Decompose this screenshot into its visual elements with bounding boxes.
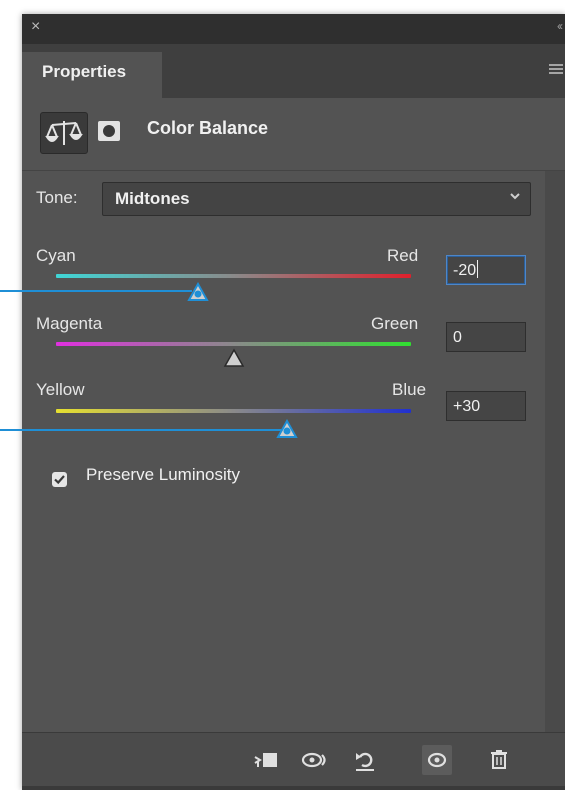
tone-label: Tone: xyxy=(36,188,78,207)
preserve-luminosity-checkbox[interactable] xyxy=(52,472,67,487)
properties-panel: × ‹‹ Properties Color Balance Tone: Midt… xyxy=(22,14,565,790)
collapse-icon[interactable]: ‹‹ xyxy=(557,18,563,34)
annotation-line xyxy=(0,429,281,431)
slider-cyan-label: Cyan xyxy=(36,246,76,265)
cyan-red-value: -20 xyxy=(453,262,477,279)
footer-toolbar xyxy=(22,732,565,787)
cyan-red-slider-thumb[interactable] xyxy=(187,282,209,302)
checkmark-icon xyxy=(54,475,65,485)
preserve-luminosity-label[interactable]: Preserve Luminosity xyxy=(86,465,240,485)
annotation-line xyxy=(0,290,192,292)
cyan-red-value-input[interactable]: -20 xyxy=(446,255,526,285)
magenta-green-slider-track[interactable] xyxy=(56,342,411,346)
scrollbar[interactable] xyxy=(545,171,565,732)
trash-icon[interactable] xyxy=(484,745,514,775)
slider-blue-label: Blue xyxy=(392,380,427,399)
adjustment-title: Color Balance xyxy=(147,118,269,138)
slider-magenta-label: Magenta xyxy=(36,314,103,333)
resize-grip[interactable] xyxy=(22,786,565,790)
tab-properties[interactable]: Properties xyxy=(22,52,162,98)
close-icon[interactable]: × xyxy=(31,18,40,36)
chevron-down-icon xyxy=(510,193,520,200)
panel-titlebar: × ‹‹ xyxy=(22,14,565,44)
slider-yellow-label: Yellow xyxy=(36,380,85,399)
cyan-red-slider-track[interactable] xyxy=(56,274,411,278)
tone-select[interactable]: Midtones xyxy=(102,182,531,216)
mask-icon[interactable] xyxy=(98,121,120,141)
color-balance-icon[interactable] xyxy=(40,112,88,154)
tab-bar: Properties xyxy=(22,44,565,98)
panel-menu-icon[interactable] xyxy=(549,64,563,74)
tone-value: Midtones xyxy=(115,189,190,208)
view-previous-state-icon[interactable] xyxy=(300,745,330,775)
text-caret xyxy=(477,260,479,278)
adjustment-header: Color Balance xyxy=(22,98,565,171)
magenta-green-value-input[interactable]: 0 xyxy=(446,322,526,352)
magenta-green-slider-thumb[interactable] xyxy=(223,348,245,368)
reset-icon[interactable] xyxy=(350,745,380,775)
yellow-blue-value-input[interactable]: +30 xyxy=(446,391,526,421)
slider-red-label: Red xyxy=(387,246,419,265)
yellow-blue-slider-track[interactable] xyxy=(56,409,411,413)
clip-to-layer-icon[interactable] xyxy=(252,745,282,775)
slider-green-label: Green xyxy=(371,314,419,333)
visibility-icon[interactable] xyxy=(422,745,452,775)
